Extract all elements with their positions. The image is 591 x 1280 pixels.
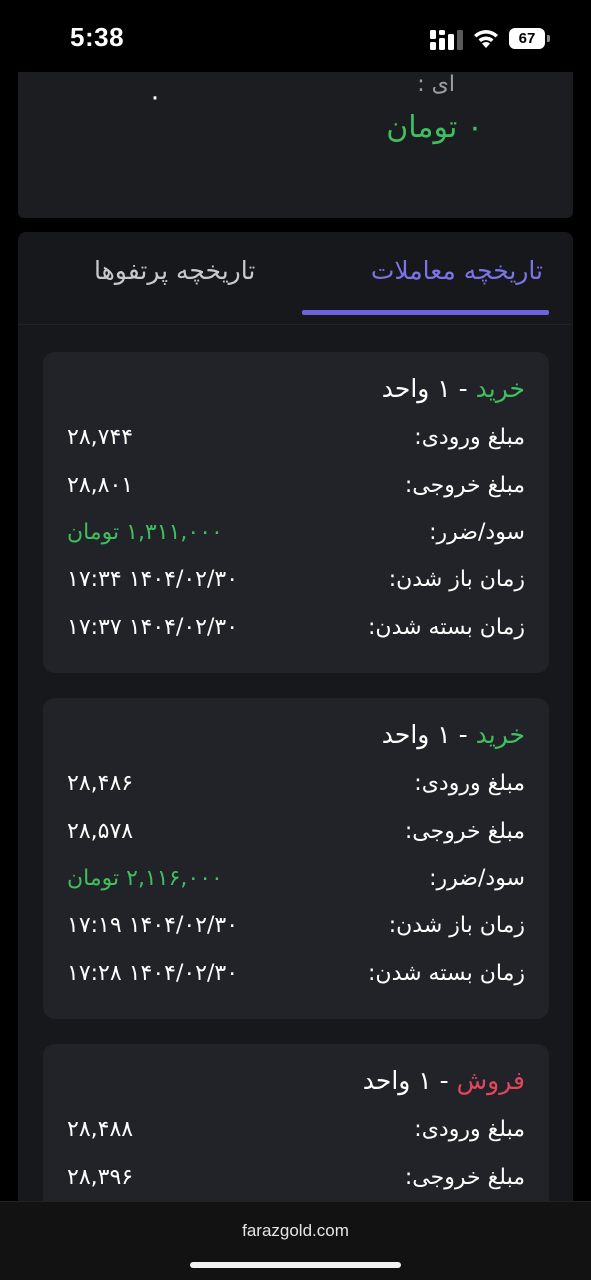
- trade-side: خرید: [475, 374, 525, 403]
- profit-label: سود/ضرر:: [429, 866, 525, 891]
- close-time-label: زمان بسته شدن:: [368, 961, 525, 986]
- exit-label: مبلغ خروجی:: [404, 1165, 525, 1190]
- open-time-value: ۱۴۰۴/۰۲/۳۰ ۱۷:۳۴: [67, 567, 239, 592]
- trade-side: خرید: [475, 720, 525, 749]
- summary-label: ای :: [417, 72, 455, 97]
- active-tab-indicator: [302, 310, 549, 315]
- exit-value: ۲۸,۵۷۸: [67, 819, 134, 844]
- entry-value: ۲۸,۷۴۴: [67, 425, 134, 450]
- open-time-value: ۱۴۰۴/۰۲/۳۰ ۱۷:۱۹: [67, 913, 239, 938]
- close-time-label: زمان بسته شدن:: [368, 615, 525, 640]
- entry-label: مبلغ ورودی:: [414, 771, 525, 796]
- exit-label: مبلغ خروجی:: [404, 819, 525, 844]
- wifi-icon: [474, 30, 498, 48]
- trade-title: خرید - ۱ واحد: [382, 720, 525, 749]
- profit-value: ۲,۱۱۶,۰۰۰ تومان: [67, 866, 223, 891]
- exit-value: ۲۸,۳۹۶: [67, 1165, 134, 1190]
- battery-level: 67: [518, 30, 536, 47]
- status-time: 5:38: [70, 22, 125, 52]
- profit-value: ۱,۳۱۱,۰۰۰ تومان: [67, 520, 223, 545]
- status-bar: 5:38 67: [0, 0, 591, 72]
- entry-label: مبلغ ورودی:: [414, 425, 525, 450]
- trade-side: فروش: [456, 1066, 525, 1095]
- signal-icon: [430, 30, 463, 50]
- history-panel: تاریخچه معاملات تاریخچه پرتفوها خرید - ۱…: [18, 232, 573, 1232]
- summary-left-value: ۰: [148, 82, 162, 112]
- summary-card: ای : ۰ تومان ۰: [18, 72, 573, 218]
- profit-label: سود/ضرر:: [429, 520, 525, 545]
- entry-label: مبلغ ورودی:: [414, 1117, 525, 1142]
- entry-value: ۲۸,۴۸۸: [67, 1117, 134, 1142]
- trade-card: خرید - ۱ واحد مبلغ ورودی: ۲۸,۴۸۶ مبلغ خر…: [43, 698, 549, 1019]
- trade-card: خرید - ۱ واحد مبلغ ورودی: ۲۸,۷۴۴ مبلغ خر…: [43, 352, 549, 673]
- close-time-value: ۱۴۰۴/۰۲/۳۰ ۱۷:۳۷: [67, 615, 239, 640]
- trade-quantity: - ۱ واحد: [362, 1066, 457, 1095]
- open-time-label: زمان باز شدن:: [388, 567, 525, 592]
- battery-icon: 67: [509, 28, 551, 49]
- open-time-label: زمان باز شدن:: [388, 913, 525, 938]
- tab-trade-history[interactable]: تاریخچه معاملات: [371, 256, 543, 285]
- trade-quantity: - ۱ واحد: [381, 374, 476, 403]
- trade-quantity: - ۱ واحد: [381, 720, 476, 749]
- exit-value: ۲۸,۸۰۱: [67, 473, 134, 498]
- home-indicator[interactable]: [190, 1262, 401, 1268]
- url-text[interactable]: farazgold.com: [0, 1221, 591, 1241]
- entry-value: ۲۸,۴۸۶: [67, 771, 134, 796]
- trade-title: فروش - ۱ واحد: [363, 1066, 525, 1095]
- screen: 5:38 67 ای : ۰ تومان ۰ تاریخچه معاملات ت…: [0, 0, 591, 1280]
- browser-bottom-bar: farazgold.com: [0, 1201, 591, 1280]
- tab-bar: تاریخچه معاملات تاریخچه پرتفوها: [18, 232, 573, 325]
- exit-label: مبلغ خروجی:: [404, 473, 525, 498]
- trade-title: خرید - ۱ واحد: [382, 374, 525, 403]
- tab-portfolio-history[interactable]: تاریخچه پرتفوها: [94, 256, 255, 285]
- summary-amount: ۰ تومان: [386, 110, 483, 145]
- close-time-value: ۱۴۰۴/۰۲/۳۰ ۱۷:۲۸: [67, 961, 239, 986]
